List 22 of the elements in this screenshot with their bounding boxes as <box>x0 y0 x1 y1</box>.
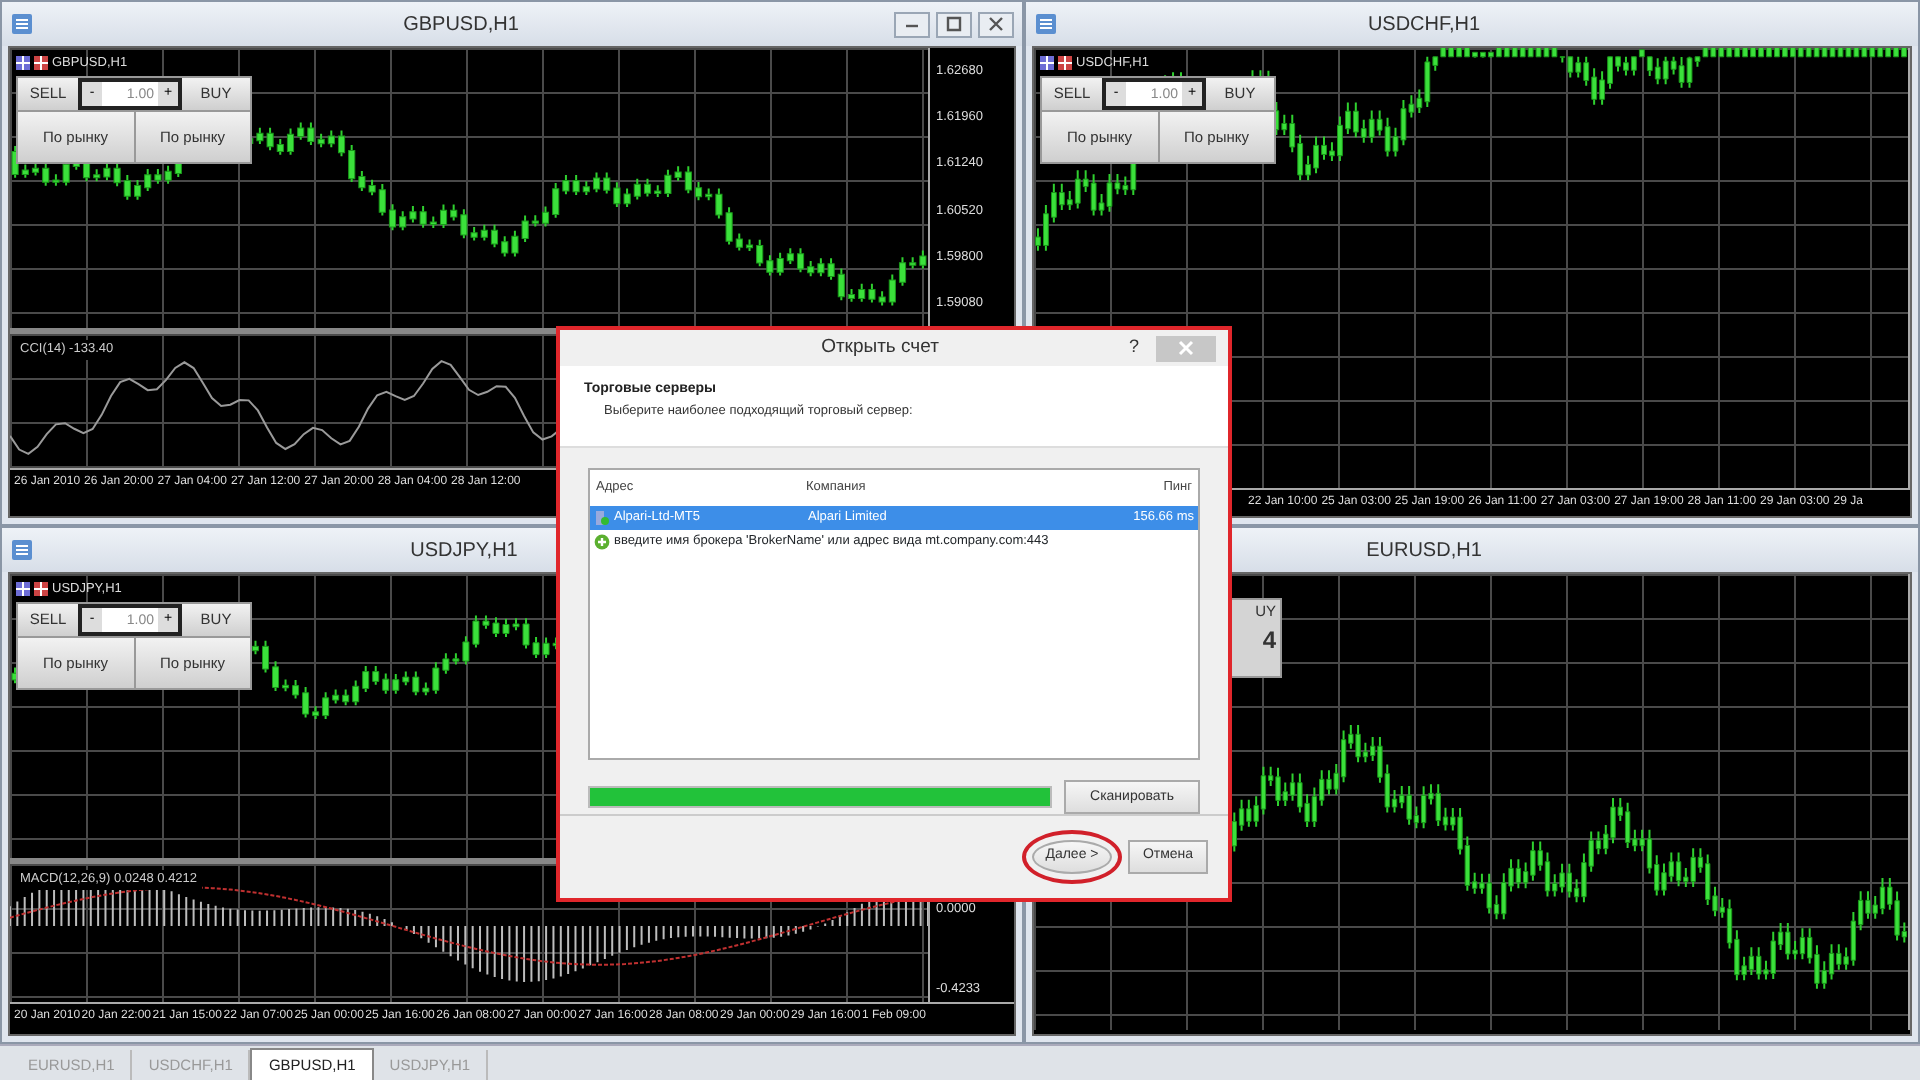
flag-icon <box>16 56 30 71</box>
window-title: USDCHF,H1 <box>1367 11 1481 39</box>
chart-window-icon <box>1034 12 1058 36</box>
window-title: EURUSD,H1 <box>1366 537 1482 565</box>
close-button[interactable] <box>978 11 1014 37</box>
chart-window-icon <box>10 12 34 36</box>
chart-window-icon <box>10 538 34 562</box>
flag-icon <box>1040 56 1054 71</box>
window-title: USDJPY,H1 <box>410 537 518 565</box>
dialog-title: Открыть счет <box>819 333 941 362</box>
price-digits: 4 <box>1262 624 1278 659</box>
flag-icon <box>16 582 30 597</box>
window-title: GBPUSD,H1 <box>403 11 519 39</box>
close-icon <box>1178 340 1194 357</box>
help-button[interactable]: ? <box>1120 334 1148 362</box>
minimize-button[interactable] <box>894 11 930 37</box>
server-icon <box>594 510 610 527</box>
flag-icon <box>34 582 48 597</box>
flag-icon <box>1058 56 1072 71</box>
flag-icon <box>34 56 48 71</box>
restore-button[interactable] <box>936 11 972 37</box>
add-icon <box>594 534 610 551</box>
